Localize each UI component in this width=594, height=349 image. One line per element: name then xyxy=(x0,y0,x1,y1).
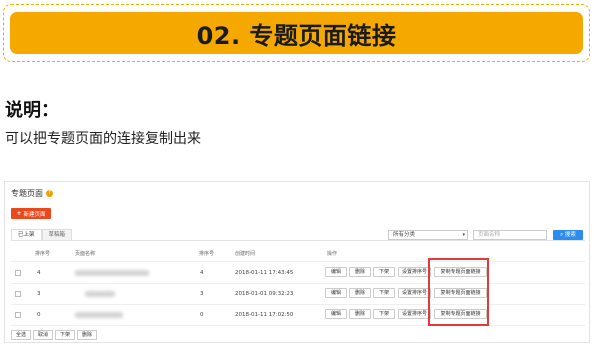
row-created: 2018-01-01 09:32:23 xyxy=(235,291,294,297)
row-order: 0 xyxy=(37,312,41,318)
page-name-input[interactable]: 页面名称 xyxy=(473,230,547,240)
bulk-unlist-button[interactable]: 下架 xyxy=(55,330,76,340)
set-order-button[interactable]: 设置排序号 xyxy=(398,309,431,319)
edit-button[interactable]: 编辑 xyxy=(325,288,347,298)
plus-icon: + xyxy=(16,210,22,217)
page-title-label: 专题页面 xyxy=(11,189,43,198)
select-all-button[interactable]: 全选 xyxy=(11,330,32,340)
row-created: 2018-01-11 17:02:50 xyxy=(235,312,294,318)
table-row: 4 4 2018-01-11 17:43:45 编辑 删除 下架 设置排序号 复… xyxy=(5,265,589,283)
delete-button[interactable]: 删除 xyxy=(349,288,371,298)
tab-listed[interactable]: 已上架 xyxy=(11,229,42,240)
edit-button[interactable]: 编辑 xyxy=(325,267,347,277)
row-divider xyxy=(11,261,585,262)
edit-button[interactable]: 编辑 xyxy=(325,309,347,319)
highlight-box xyxy=(428,258,489,326)
row-created: 2018-01-11 17:43:45 xyxy=(235,270,294,276)
row-divider xyxy=(11,325,585,326)
category-select[interactable]: 所有分类 ▾ xyxy=(388,230,468,240)
delete-button[interactable]: 删除 xyxy=(349,309,371,319)
set-order-button[interactable]: 设置排序号 xyxy=(398,288,431,298)
search-button[interactable]: ⌕ 搜索 xyxy=(553,230,583,240)
explain-heading: 说明： xyxy=(5,100,59,121)
new-page-button[interactable]: + 新建页面 xyxy=(11,208,51,219)
page-name-redacted xyxy=(75,312,123,318)
explain-text: 可以把专题页面的连接复制出来 xyxy=(5,131,201,147)
search-button-label: 搜索 xyxy=(564,232,576,238)
page-title: 专题页面 ? xyxy=(11,188,53,199)
col-order: 排序号 xyxy=(35,251,51,257)
tab-bar: 已上架 草稿箱 xyxy=(11,229,73,240)
row-order-2: 0 xyxy=(200,312,204,318)
unlist-button[interactable]: 下架 xyxy=(373,288,395,298)
table-row: 0 0 2018-01-11 17:02:50 编辑 删除 下架 设置排序号 复… xyxy=(5,307,589,325)
table-row: 3 3 2018-01-01 09:32:23 编辑 删除 下架 设置排序号 复… xyxy=(5,286,589,304)
row-order-2: 4 xyxy=(200,270,204,276)
tab-drafts[interactable]: 草稿箱 xyxy=(41,229,73,240)
bulk-actions: 全选 取消 下架 删除 xyxy=(11,330,98,340)
row-checkbox[interactable] xyxy=(15,291,21,297)
col-actions: 操作 xyxy=(327,251,338,257)
row-checkbox[interactable] xyxy=(15,312,21,318)
row-divider xyxy=(11,304,585,305)
bulk-delete-button[interactable]: 删除 xyxy=(77,330,98,340)
new-page-label: 新建页面 xyxy=(23,211,46,218)
question-icon[interactable]: ? xyxy=(46,190,53,197)
row-checkbox[interactable] xyxy=(15,270,21,276)
tab-divider xyxy=(11,240,585,241)
page-name-redacted xyxy=(85,291,115,297)
col-page-name: 页面名称 xyxy=(75,251,96,257)
row-order: 4 xyxy=(37,270,41,276)
section-banner: 02. 专题页面链接 xyxy=(10,12,583,54)
row-divider xyxy=(11,283,585,284)
unlist-button[interactable]: 下架 xyxy=(373,267,395,277)
col-created: 创建时间 xyxy=(235,251,256,257)
cancel-button[interactable]: 取消 xyxy=(33,330,54,340)
banner-title: 02. 专题页面链接 xyxy=(196,21,397,50)
chevron-down-icon: ▾ xyxy=(462,232,465,238)
unlist-button[interactable]: 下架 xyxy=(373,309,395,319)
category-select-value: 所有分类 xyxy=(393,232,416,238)
search-icon: ⌕ xyxy=(560,232,564,238)
table-header: 排序号 页面名称 排序号 创建时间 操作 xyxy=(5,250,589,260)
delete-button[interactable]: 删除 xyxy=(349,267,371,277)
row-order-2: 3 xyxy=(200,291,204,297)
set-order-button[interactable]: 设置排序号 xyxy=(398,267,431,277)
row-order: 3 xyxy=(37,291,41,297)
admin-panel: 专题页面 ? + 新建页面 已上架 草稿箱 所有分类 ▾ 页面名称 ⌕ 搜索 排… xyxy=(4,181,590,343)
page-name-redacted xyxy=(75,270,149,276)
col-order-2: 排序号 xyxy=(199,251,215,257)
